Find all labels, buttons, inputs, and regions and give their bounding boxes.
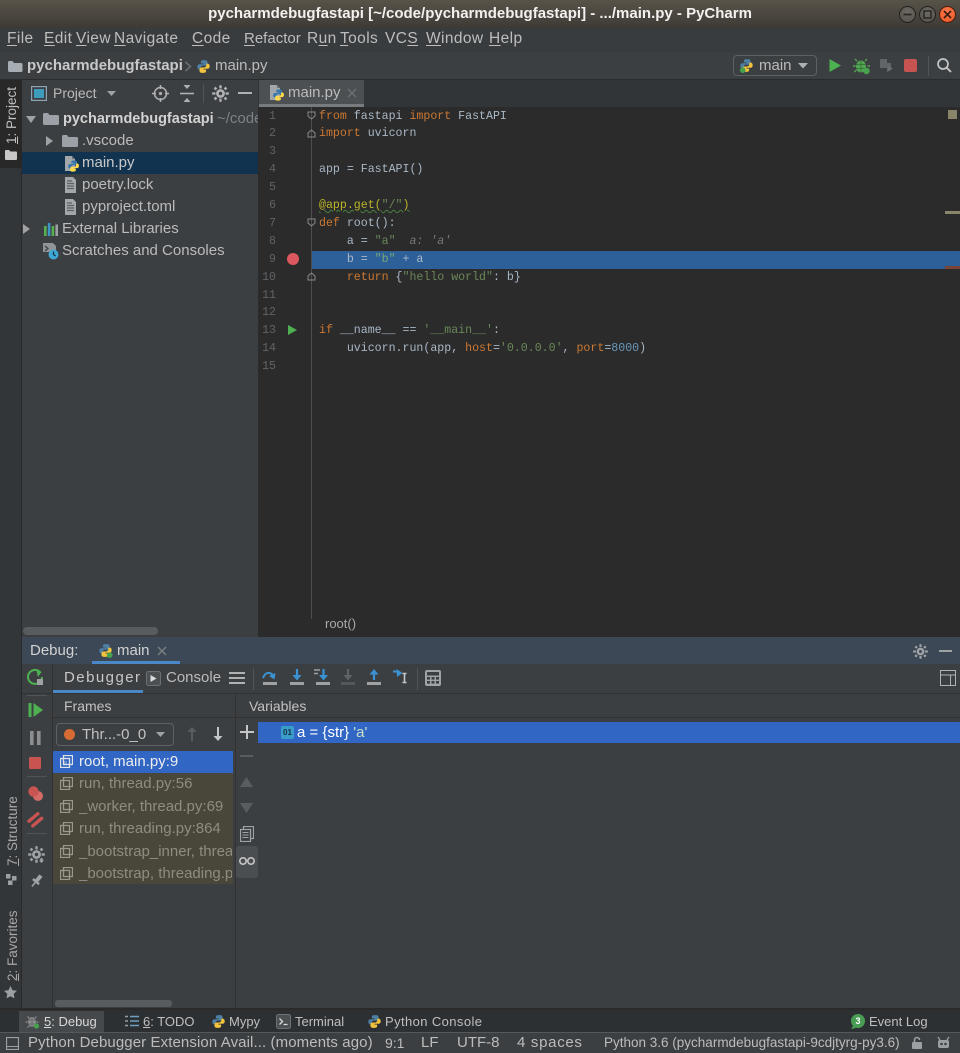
- svg-text:3: 3: [855, 1016, 860, 1026]
